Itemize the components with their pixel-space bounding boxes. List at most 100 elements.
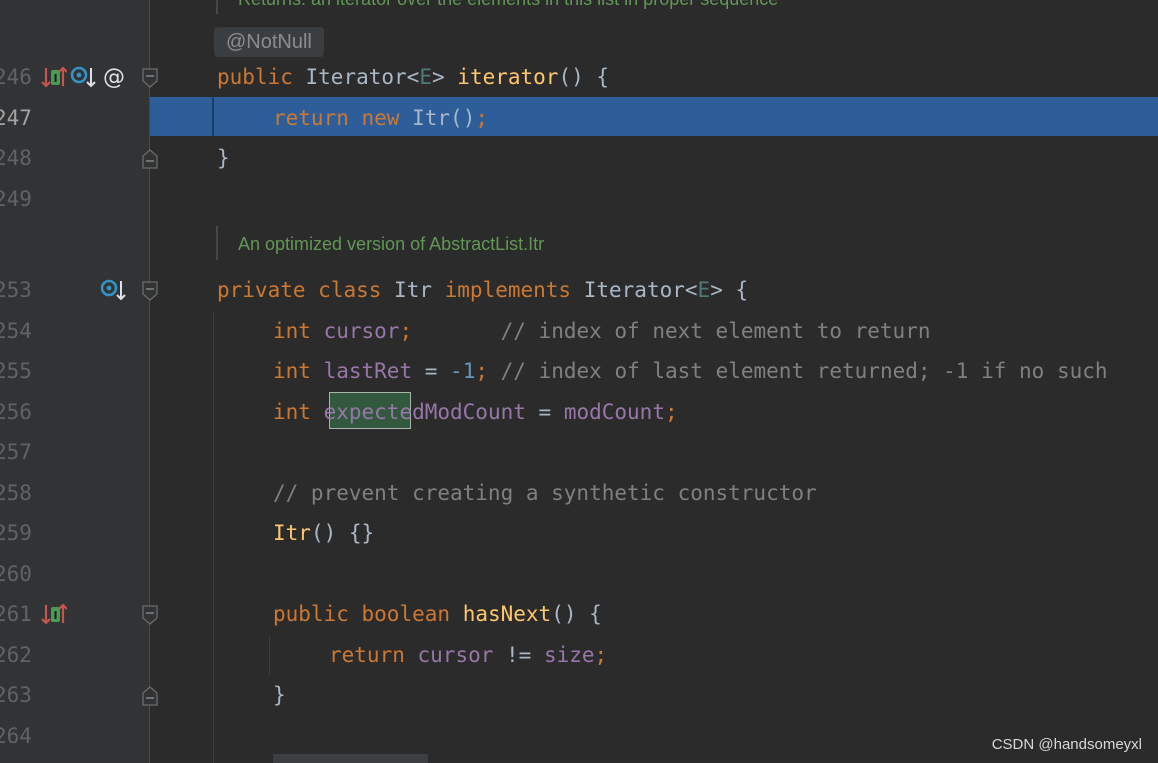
code-line-248[interactable]: } <box>217 138 230 178</box>
code-text: () <box>450 106 476 130</box>
field-name: edModCount <box>399 400 526 424</box>
semicolon: ; <box>475 359 488 383</box>
line-comment: // index of last element returned; -1 if… <box>500 359 1108 383</box>
code-text: () { <box>558 65 610 89</box>
semicolon: ; <box>475 106 488 130</box>
code-line-254[interactable]: int cursor; // index of next element to … <box>273 311 931 351</box>
line-number[interactable]: 256 <box>0 392 32 432</box>
doc-comment-text: Returns: an iterator over the elements i… <box>238 0 778 15</box>
keyword: boolean <box>361 602 451 626</box>
code-line-247[interactable]: return new Itr(); <box>273 98 488 138</box>
code-line-246[interactable]: public Iterator<E> iterator() { <box>217 57 609 97</box>
field-reference: modCount <box>563 400 665 424</box>
keyword: class <box>318 278 382 302</box>
constructor-name: Itr <box>273 521 311 545</box>
line-number[interactable]: 249 <box>0 179 32 219</box>
type-name: Itr <box>412 106 451 130</box>
fold-collapse-icon[interactable] <box>142 68 158 88</box>
code-line-259[interactable]: Itr() {} <box>273 513 374 553</box>
angle-close: > <box>710 278 723 302</box>
angle-open: < <box>406 65 420 89</box>
svg-text:I: I <box>53 609 57 622</box>
implements-method-icon[interactable]: I <box>41 64 68 95</box>
code-line-263[interactable]: } <box>273 675 286 715</box>
operator: = <box>525 400 564 424</box>
code-line-253[interactable]: private class Itr implements Iterator<E>… <box>217 270 748 310</box>
line-number[interactable]: 258 <box>0 473 32 513</box>
keyword: private <box>217 278 306 302</box>
semicolon: ; <box>594 643 608 667</box>
keyword: public <box>217 65 293 89</box>
line-number[interactable]: 261 <box>0 594 32 634</box>
watermark: CSDN @handsomeyxl <box>991 736 1142 753</box>
type-name: Iterator <box>305 65 407 89</box>
code-line-261[interactable]: public boolean hasNext() { <box>273 594 602 634</box>
keyword: new <box>361 106 400 130</box>
line-number[interactable]: 254 <box>0 311 32 351</box>
method-name: iterator <box>457 65 559 89</box>
line-number[interactable]: 248 <box>0 138 32 178</box>
code-line-258[interactable]: // prevent creating a synthetic construc… <box>273 473 817 513</box>
number-literal: -1 <box>450 359 476 383</box>
keyword: implements <box>444 278 572 302</box>
code-line-262[interactable]: return cursor != size; <box>329 635 607 675</box>
fold-end-icon[interactable] <box>142 686 158 706</box>
annotation-icon[interactable]: @ <box>101 63 127 94</box>
implements-method-icon[interactable]: I <box>41 601 68 632</box>
fold-end-icon[interactable] <box>142 149 158 169</box>
current-line-edge <box>212 97 214 136</box>
svg-text:I: I <box>53 72 57 85</box>
fold-collapse-icon[interactable] <box>142 605 158 625</box>
field-name: cursor <box>323 319 400 343</box>
keyword: return <box>329 643 405 667</box>
doc-comment-bar <box>216 0 218 14</box>
keyword: int <box>273 359 311 383</box>
closing-brace: } <box>273 683 286 707</box>
code-text: () { <box>551 602 602 626</box>
line-comment: // index of next element to return <box>500 319 931 343</box>
code-line-256[interactable]: int expectedModCount = modCount; <box>273 392 678 432</box>
line-number-current[interactable]: 247 <box>0 98 32 138</box>
keyword: return <box>273 106 349 130</box>
generic-param: E <box>419 65 432 89</box>
overridden-method-icon[interactable] <box>70 64 96 95</box>
code-text: () {} <box>310 521 375 545</box>
type-name: Iterator <box>583 278 685 302</box>
indent-guide <box>213 311 214 763</box>
code-text: { <box>722 278 749 302</box>
line-number[interactable]: 255 <box>0 351 32 391</box>
code-line-255[interactable]: int lastRet = -1; // index of last eleme… <box>273 351 1108 391</box>
semicolon: ; <box>664 400 678 424</box>
overridden-class-icon[interactable] <box>100 277 126 308</box>
line-number[interactable]: 259 <box>0 513 32 553</box>
line-comment: // prevent creating a synthetic construc… <box>273 481 817 505</box>
closing-brace: } <box>217 146 230 170</box>
line-number[interactable]: 260 <box>0 554 32 594</box>
generic-param: E <box>697 278 711 302</box>
field-reference: size <box>543 643 595 667</box>
field-name: lastRet <box>323 359 413 383</box>
keyword: int <box>273 319 311 343</box>
fold-collapse-icon[interactable] <box>142 281 158 301</box>
keyword: public <box>273 602 349 626</box>
semicolon: ; <box>399 319 413 343</box>
horizontal-scrollbar-thumb[interactable] <box>273 754 428 763</box>
class-name: Itr <box>394 278 432 302</box>
indent-guide <box>269 635 270 675</box>
operator: != <box>493 643 544 667</box>
line-number[interactable]: 263 <box>0 675 32 715</box>
code-editor[interactable]: 246 247 248 249 253 254 255 256 257 258 … <box>0 0 1158 763</box>
line-number[interactable]: 257 <box>0 432 32 472</box>
operator: = <box>412 359 451 383</box>
field-reference: cursor <box>417 643 494 667</box>
svg-text:@: @ <box>103 65 125 89</box>
line-number[interactable]: 253 <box>0 270 32 310</box>
keyword: int <box>273 400 311 424</box>
annotation-inlay[interactable]: @NotNull <box>214 27 324 57</box>
line-number[interactable]: 264 <box>0 716 32 756</box>
line-number[interactable]: 246 <box>0 57 32 97</box>
line-number[interactable]: 262 <box>0 635 32 675</box>
field-name-matched: expect <box>323 400 400 424</box>
method-name: hasNext <box>462 602 552 626</box>
doc-comment-bar <box>216 226 218 260</box>
